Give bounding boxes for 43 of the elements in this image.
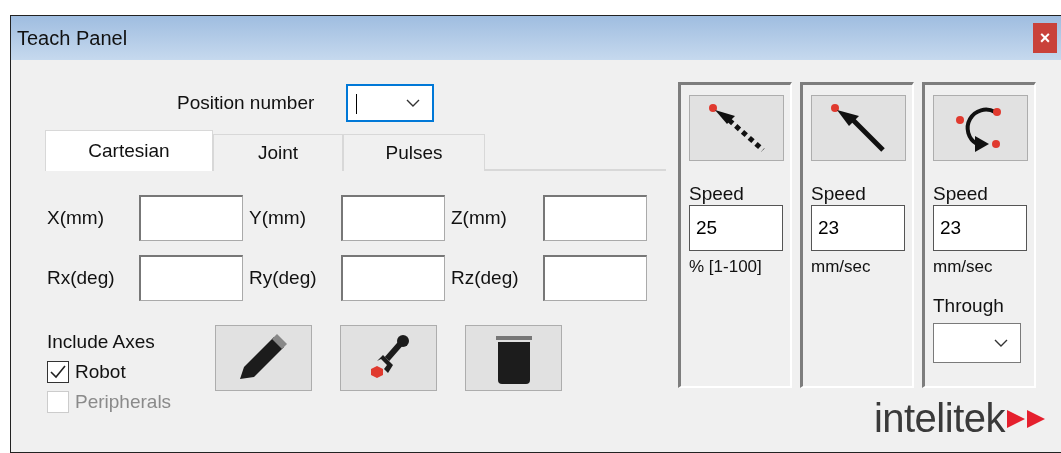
input-field[interactable] (341, 255, 445, 301)
tab[interactable]: Cartesian (45, 130, 213, 171)
unit-label: mm/sec (811, 257, 872, 277)
delete-button[interactable] (465, 325, 562, 391)
tab[interactable]: Pulses (343, 134, 485, 171)
speed-label: Speed (811, 183, 867, 205)
unit-label: % [1-100] (689, 257, 763, 277)
input-field[interactable] (543, 195, 647, 241)
field-label: Ry(deg) (249, 267, 318, 289)
logo-text: intelitek (873, 396, 1005, 441)
motion-button[interactable] (811, 95, 906, 161)
include-axes-label: Include Axes (47, 331, 156, 353)
input-field[interactable] (543, 255, 647, 301)
tab[interactable]: Joint (213, 134, 343, 171)
speed-field[interactable]: 23 (811, 205, 905, 251)
field-label: Rz(deg) (451, 267, 520, 289)
input-field[interactable] (139, 255, 243, 301)
position-number-label: Position number (177, 92, 315, 114)
speed-label: Speed (933, 183, 989, 205)
field-label: Z(mm) (451, 207, 508, 229)
field-label: Y(mm) (249, 207, 307, 229)
checkbox[interactable] (47, 361, 69, 383)
through-label: Through (933, 295, 1005, 317)
unit-label: mm/sec (933, 257, 994, 277)
through-dropdown[interactable] (933, 323, 1021, 363)
checkbox-label: Robot (75, 361, 126, 383)
edit-button[interactable] (215, 325, 312, 391)
speed-label: Speed (689, 183, 745, 205)
speed-field[interactable]: 23 (933, 205, 1027, 251)
motion-button[interactable] (933, 95, 1028, 161)
checkbox-label: Peripherals (75, 391, 172, 413)
input-field[interactable] (341, 195, 445, 241)
chevron-down-icon (406, 99, 421, 107)
speed-field[interactable]: 25 (689, 205, 783, 251)
close-button[interactable]: × (1033, 23, 1057, 53)
position-number-dropdown[interactable] (346, 84, 435, 122)
field-label: Rx(deg) (47, 267, 116, 289)
field-label: X(mm) (47, 207, 105, 229)
robot-gripper-button[interactable] (340, 325, 437, 391)
input-field[interactable] (139, 195, 243, 241)
motion-button[interactable] (689, 95, 784, 161)
window-title: Teach Panel (17, 26, 128, 50)
chevron-down-icon (994, 339, 1008, 347)
